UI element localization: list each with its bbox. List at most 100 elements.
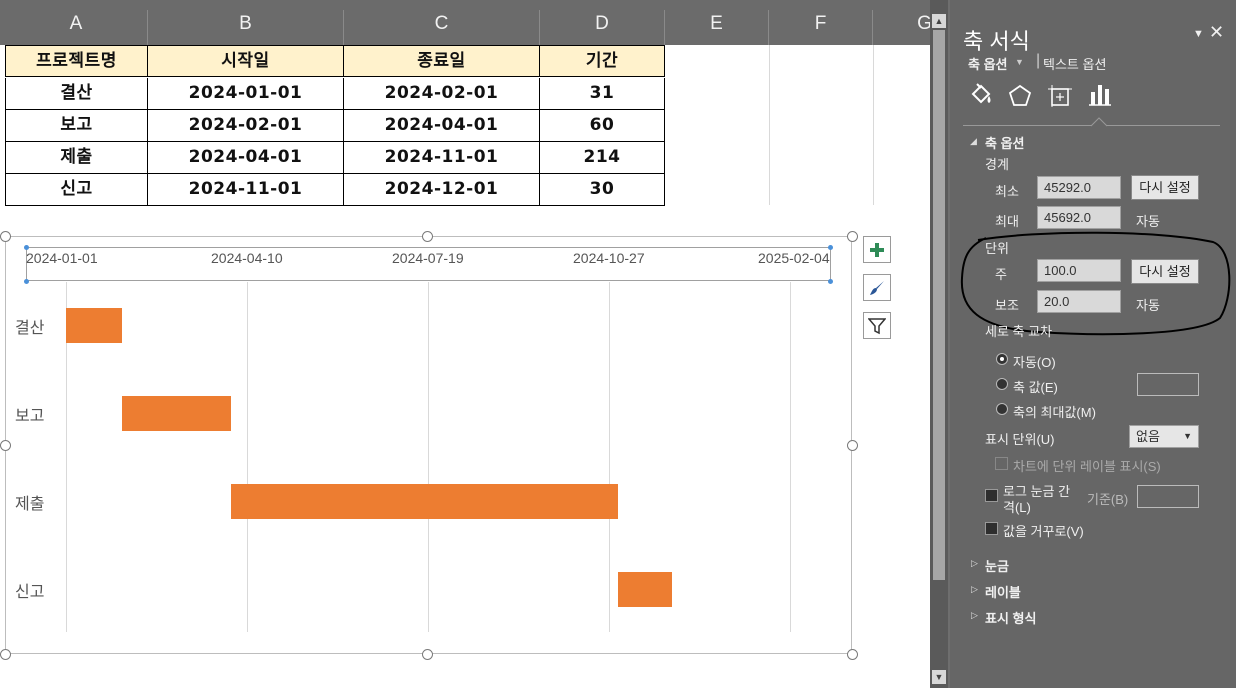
radio-max-value-label[interactable]: 축의 최대값(M) xyxy=(1013,402,1096,421)
close-icon[interactable]: ✕ xyxy=(1209,22,1224,43)
gantt-bar[interactable] xyxy=(66,308,123,343)
chart-styles-button[interactable] xyxy=(863,274,891,301)
radio-max-value[interactable] xyxy=(996,403,1008,415)
table-cell[interactable]: 2024-02-01 xyxy=(344,78,540,110)
chart-gridline xyxy=(609,282,610,632)
table-cell[interactable]: 보고 xyxy=(5,110,148,142)
gantt-bar[interactable] xyxy=(618,572,673,607)
y-category-label: 결산 xyxy=(15,320,45,337)
table-cell[interactable]: 2024-04-01 xyxy=(344,110,540,142)
section-labels[interactable]: 레이블 xyxy=(985,582,1021,601)
table-cell[interactable]: 2024-02-01 xyxy=(148,110,344,142)
table-cell[interactable]: 결산 xyxy=(5,78,148,110)
resize-handle[interactable] xyxy=(0,231,11,242)
tab-axis-options[interactable]: 축 옵션 xyxy=(968,54,1008,73)
table-cell[interactable]: 신고 xyxy=(5,174,148,206)
table-cell[interactable]: 2024-12-01 xyxy=(344,174,540,206)
scroll-up-icon[interactable]: ▲ xyxy=(932,14,946,28)
log-base-input[interactable] xyxy=(1137,485,1199,508)
gantt-bar[interactable] xyxy=(230,484,619,519)
values-reverse-checkbox[interactable] xyxy=(985,522,998,535)
column-header-d[interactable]: D xyxy=(540,10,665,45)
bar-chart-icon[interactable] xyxy=(1088,82,1112,108)
header-cell-start[interactable]: 시작일 xyxy=(148,45,344,77)
chevron-down-icon[interactable]: ▼ xyxy=(1193,28,1204,40)
gantt-bar[interactable] xyxy=(122,396,231,431)
chevron-down-icon[interactable]: ▼ xyxy=(1015,57,1024,67)
expand-icon[interactable]: ▷ xyxy=(971,584,978,595)
minimum-input[interactable]: 45292.0 xyxy=(1037,176,1121,199)
section-number[interactable]: 표시 형식 xyxy=(985,608,1036,627)
tab-text-options[interactable]: 텍스트 옵션 xyxy=(1043,54,1106,73)
paint-bucket-icon[interactable] xyxy=(969,82,993,108)
column-header-e[interactable]: E xyxy=(665,10,769,45)
x-tick-label: 2024-04-10 xyxy=(211,250,283,266)
brush-icon xyxy=(870,280,884,295)
pentagon-icon[interactable] xyxy=(1008,84,1032,108)
values-reverse-label[interactable]: 값을 거꾸로(V) xyxy=(1003,521,1084,540)
collapse-icon[interactable]: ◢ xyxy=(970,136,977,147)
format-axis-pane: 축 서식 ▼ ✕ 축 옵션 ▼ | 텍스트 옵션 ◢ 축 옵션 경계 최소 45… xyxy=(950,0,1236,688)
chart-elements-button[interactable] xyxy=(863,236,891,263)
gridline xyxy=(873,45,874,205)
column-header-b[interactable]: B xyxy=(148,10,344,45)
size-properties-icon[interactable] xyxy=(1047,84,1073,108)
radio-auto-label[interactable]: 자동(O) xyxy=(1013,352,1056,371)
expand-icon[interactable]: ▷ xyxy=(971,610,978,621)
chart-filters-button[interactable] xyxy=(863,312,891,339)
resize-handle[interactable] xyxy=(0,440,11,451)
x-tick-label: 2024-07-19 xyxy=(392,250,464,266)
log-scale-label-2[interactable]: 격(L) xyxy=(1003,497,1031,516)
section-axis-options[interactable]: 축 옵션 xyxy=(985,133,1025,152)
table-cell[interactable]: 2024-04-01 xyxy=(148,142,344,174)
resize-handle[interactable] xyxy=(847,440,858,451)
scroll-down-icon[interactable]: ▼ xyxy=(932,670,946,684)
column-header-a[interactable]: A xyxy=(5,10,148,45)
display-units-label: 표시 단위(U) xyxy=(985,432,1055,447)
y-category-label: 신고 xyxy=(15,584,45,601)
axis-handle xyxy=(24,279,29,284)
header-cell-end[interactable]: 종료일 xyxy=(344,45,540,77)
resize-handle[interactable] xyxy=(847,231,858,242)
header-cell-project[interactable]: 프로젝트명 xyxy=(5,45,148,77)
worksheet[interactable]: A B C D E F G 프로젝트명 시작일 종료일 기간 결산 2024-0… xyxy=(0,0,977,688)
filter-icon xyxy=(868,317,886,334)
resize-handle[interactable] xyxy=(847,649,858,660)
dropdown-arrow-icon: ▼ xyxy=(1183,431,1192,441)
chart-gridline xyxy=(428,282,429,632)
table-cell[interactable]: 31 xyxy=(540,78,665,110)
gridline xyxy=(769,45,770,205)
radio-auto[interactable] xyxy=(996,353,1008,365)
scrollbar-thumb[interactable] xyxy=(933,30,945,580)
x-tick-label: 2024-01-01 xyxy=(26,250,98,266)
table-cell[interactable]: 2024-01-01 xyxy=(148,78,344,110)
table-cell[interactable]: 2024-11-01 xyxy=(148,174,344,206)
vertical-scrollbar[interactable]: ▲ ▼ xyxy=(930,0,948,688)
table-cell[interactable]: 2024-11-01 xyxy=(344,142,540,174)
resize-handle[interactable] xyxy=(422,649,433,660)
table-cell[interactable]: 60 xyxy=(540,110,665,142)
resize-handle[interactable] xyxy=(0,649,11,660)
header-cell-duration[interactable]: 기간 xyxy=(540,45,665,77)
axis-handle xyxy=(828,279,833,284)
maximum-input[interactable]: 45692.0 xyxy=(1037,206,1121,229)
log-base-label: 기준(B) xyxy=(1087,492,1129,507)
table-cell[interactable]: 30 xyxy=(540,174,665,206)
radio-axis-value[interactable] xyxy=(996,378,1008,390)
show-units-checkbox[interactable] xyxy=(995,457,1008,470)
column-header-c[interactable]: C xyxy=(344,10,540,45)
resize-handle[interactable] xyxy=(422,231,433,242)
radio-axis-value-label[interactable]: 축 값(E) xyxy=(1013,377,1058,396)
log-scale-checkbox[interactable] xyxy=(985,489,998,502)
pane-title: 축 서식 xyxy=(963,29,1030,54)
table-cell[interactable]: 제출 xyxy=(5,142,148,174)
minimum-label: 최소 xyxy=(995,184,1019,199)
display-units-value: 없음 xyxy=(1136,429,1160,444)
expand-icon[interactable]: ▷ xyxy=(971,558,978,569)
axis-value-input[interactable] xyxy=(1137,373,1199,396)
section-tick-marks[interactable]: 눈금 xyxy=(985,556,1009,575)
minimum-reset-button[interactable]: 다시 설정 xyxy=(1131,175,1199,200)
display-units-select[interactable]: 없음 ▼ xyxy=(1129,425,1199,448)
table-cell[interactable]: 214 xyxy=(540,142,665,174)
column-header-f[interactable]: F xyxy=(769,10,873,45)
